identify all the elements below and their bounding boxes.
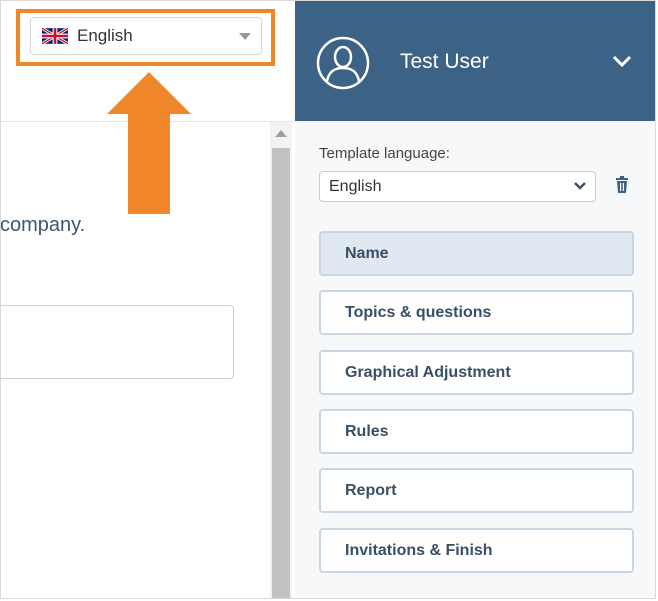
chevron-down-icon[interactable]	[611, 54, 633, 68]
scrollbar-thumb[interactable]	[272, 148, 290, 599]
step-name[interactable]: Name	[319, 231, 634, 276]
step-label: Name	[345, 244, 389, 262]
content-input-field[interactable]	[0, 305, 234, 379]
up-arrow-icon	[107, 72, 191, 214]
template-language-value: English	[329, 177, 382, 195]
template-language-label: Template language:	[319, 145, 450, 162]
step-label: Invitations & Finish	[345, 541, 493, 559]
user-avatar-icon[interactable]	[316, 36, 370, 90]
step-label: Topics & questions	[345, 303, 492, 321]
language-highlight-box	[16, 9, 275, 66]
user-header: Test User	[295, 0, 656, 121]
step-label: Report	[345, 481, 397, 499]
content-text: company.	[0, 214, 86, 236]
step-graphical-adjustment[interactable]: Graphical Adjustment	[319, 350, 634, 395]
template-language-select[interactable]: English	[319, 171, 596, 202]
trash-icon[interactable]	[615, 176, 629, 193]
step-label: Rules	[345, 422, 389, 440]
step-label: Graphical Adjustment	[345, 363, 511, 381]
user-name[interactable]: Test User	[400, 50, 489, 74]
step-report[interactable]: Report	[319, 468, 634, 513]
step-topics-questions[interactable]: Topics & questions	[319, 290, 634, 335]
chevron-down-icon	[574, 182, 586, 190]
step-rules[interactable]: Rules	[319, 409, 634, 454]
scroll-up-icon[interactable]	[275, 130, 287, 137]
step-invitations-finish[interactable]: Invitations & Finish	[319, 528, 634, 573]
